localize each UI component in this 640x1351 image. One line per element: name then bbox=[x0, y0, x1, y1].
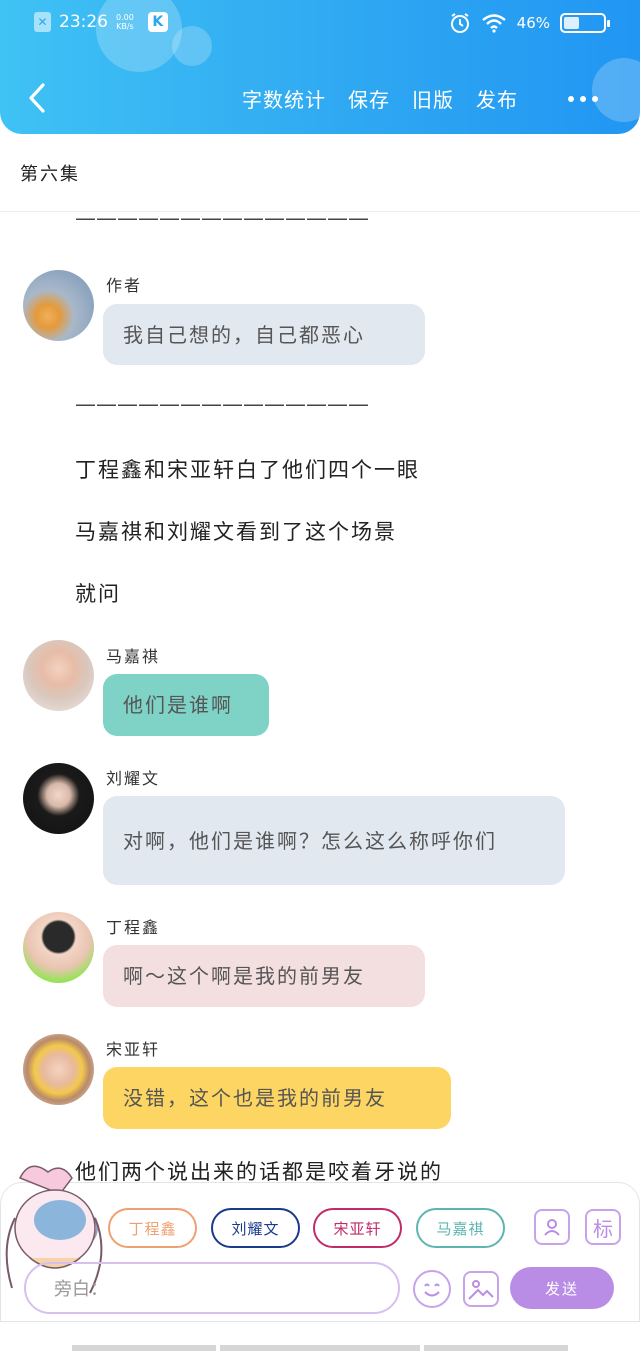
tag-button[interactable]: 标 bbox=[585, 1209, 621, 1245]
chat-bubble[interactable]: 没错，这个也是我的前男友 bbox=[103, 1067, 451, 1129]
character-chip-ma[interactable]: 马嘉祺 bbox=[416, 1208, 505, 1248]
net-speed-unit: KB/s bbox=[116, 22, 134, 31]
character-avatar[interactable] bbox=[23, 763, 94, 834]
speaker-name: 马嘉祺 bbox=[106, 647, 161, 666]
chat-bubble[interactable]: 他们是谁啊 bbox=[103, 674, 269, 736]
network-speed: 0.00 KB/s bbox=[116, 13, 134, 31]
chapter-title[interactable]: 第六集 bbox=[20, 160, 80, 186]
battery-icon bbox=[560, 13, 610, 33]
image-button[interactable] bbox=[463, 1271, 499, 1307]
narration-text[interactable]: 马嘉祺和刘耀文看到了这个场景 bbox=[75, 516, 397, 546]
chat-bubble[interactable]: 啊～这个啊是我的前男友 bbox=[103, 945, 425, 1007]
character-avatar[interactable] bbox=[23, 912, 94, 983]
tag-label: 标 bbox=[593, 1216, 613, 1241]
battery-percent: 46% bbox=[516, 14, 550, 32]
status-bar: ✕ 23:26 0.00 KB/s K 46% bbox=[0, 10, 640, 40]
emoji-button[interactable] bbox=[413, 1270, 451, 1308]
send-button[interactable]: 发送 bbox=[510, 1267, 614, 1309]
dash-divider: —————————————— bbox=[75, 206, 369, 230]
battery-level bbox=[564, 17, 580, 29]
input-placeholder: 旁白： bbox=[54, 1279, 108, 1300]
character-chip-ding[interactable]: 丁程鑫 bbox=[108, 1208, 197, 1248]
narration-text[interactable]: 就问 bbox=[75, 578, 121, 608]
more-dot-icon bbox=[580, 96, 586, 102]
more-options-button[interactable] bbox=[568, 96, 598, 102]
character-chip-song[interactable]: 宋亚轩 bbox=[313, 1208, 402, 1248]
character-avatar[interactable] bbox=[23, 640, 94, 711]
back-button[interactable] bbox=[22, 80, 52, 116]
save-button[interactable]: 保存 bbox=[348, 84, 390, 113]
smiley-icon bbox=[424, 1283, 440, 1297]
net-speed-value: 0.00 bbox=[116, 13, 134, 22]
chat-bubble[interactable]: 对啊，他们是谁啊？怎么这么称呼你们 bbox=[103, 796, 565, 885]
app-notification-icon: ✕ bbox=[34, 12, 51, 32]
editor-toolbar: 字数统计 保存 旧版 发布 bbox=[242, 84, 518, 113]
role-manager-button[interactable] bbox=[534, 1209, 570, 1245]
app-header: ✕ 23:26 0.00 KB/s K 46% 字数统计 保存 旧版 发布 bbox=[0, 0, 640, 134]
nav-bar-segment bbox=[72, 1345, 216, 1351]
alarm-icon bbox=[450, 13, 469, 33]
nav-bar-segment bbox=[424, 1345, 568, 1351]
chevron-left-icon bbox=[29, 83, 45, 113]
nav-bar-segment bbox=[220, 1345, 420, 1351]
narration-text[interactable]: 丁程鑫和宋亚轩白了他们四个一眼 bbox=[75, 454, 420, 484]
k-app-icon: K bbox=[147, 12, 168, 32]
character-chip-liu[interactable]: 刘耀文 bbox=[211, 1208, 300, 1248]
user-card-icon bbox=[544, 1219, 560, 1236]
wifi-icon bbox=[481, 14, 506, 33]
publish-button[interactable]: 发布 bbox=[476, 84, 518, 113]
word-count-button[interactable]: 字数统计 bbox=[242, 84, 326, 113]
character-avatar[interactable] bbox=[23, 1034, 94, 1105]
message-input[interactable]: 旁白： bbox=[24, 1262, 400, 1314]
dash-divider: —————————————— bbox=[75, 392, 369, 416]
more-dot-icon bbox=[568, 96, 574, 102]
chat-bubble[interactable]: 我自己想的，自己都恶心 bbox=[103, 304, 425, 365]
speaker-name: 作者 bbox=[106, 276, 143, 295]
image-icon bbox=[468, 1280, 494, 1300]
clock: 23:26 bbox=[59, 12, 108, 32]
old-version-button[interactable]: 旧版 bbox=[412, 84, 454, 113]
author-avatar[interactable] bbox=[23, 270, 94, 341]
more-dot-icon bbox=[592, 96, 598, 102]
speaker-name: 刘耀文 bbox=[106, 769, 161, 788]
decor-bubble bbox=[592, 58, 640, 122]
speaker-name: 宋亚轩 bbox=[106, 1040, 161, 1059]
speaker-name: 丁程鑫 bbox=[106, 918, 161, 937]
